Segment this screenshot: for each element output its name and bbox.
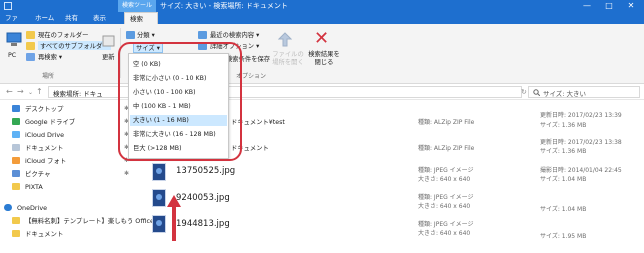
chevron-down-icon[interactable]: ⌄ <box>28 89 33 96</box>
ribbon: PC 現在のフォルダー すべてのサブフォルダー 再検索 ▾ 場所 更新 分類 ▾… <box>0 24 644 84</box>
refresh-icon[interactable]: ↻ <box>521 88 527 96</box>
minimize-icon[interactable]: — <box>576 0 598 12</box>
folder-icon <box>12 230 20 237</box>
onedrive-icon <box>4 204 12 211</box>
nav-item-google-drive[interactable]: Google ドライブ <box>12 117 75 127</box>
close-search-button[interactable]: 検索結果を閉じる <box>307 51 341 67</box>
file-size: サイズ: 1.04 MB <box>540 176 587 183</box>
nav-label: ドキュメント <box>25 230 64 238</box>
nav-label: ドキュメント <box>25 144 64 152</box>
file-name[interactable]: 13750525.jpg <box>176 166 235 176</box>
file-type: 種類: ALZip ZIP File <box>418 145 475 152</box>
nav-label: iCloud フォト <box>25 157 67 165</box>
image-thumbnail[interactable] <box>152 189 166 207</box>
search-query: サイズ: 大きい <box>543 90 587 98</box>
pc-icon[interactable] <box>6 32 22 48</box>
tab-file[interactable]: ファイル <box>0 12 26 34</box>
file-type: 種類: ALZip ZIP File <box>418 119 475 126</box>
ribbon-tabs: ファイル ホーム 共有 表示 検索 <box>0 12 644 34</box>
photos-icon <box>12 157 20 164</box>
search-icon <box>533 89 540 96</box>
annotation-arrow-icon <box>167 195 181 241</box>
tab-view[interactable]: 表示 <box>88 12 111 24</box>
subfolders-icon <box>26 42 35 50</box>
open-location-icon[interactable] <box>278 32 292 48</box>
current-folder-button[interactable]: 現在のフォルダー <box>38 30 88 39</box>
nav-item-icloud-drive[interactable]: iCloud Drive <box>12 130 64 140</box>
pictures-icon <box>12 170 20 177</box>
file-name[interactable]: 1944813.jpg <box>176 219 230 229</box>
up-icon[interactable]: ↑ <box>36 87 43 96</box>
folder-icon <box>12 217 20 224</box>
address-path: 検索場所: ドキュ <box>53 90 103 98</box>
recent-search-dropdown[interactable]: 最近の検索内容 ▾ <box>210 30 259 39</box>
file-date: 更新日時: 2017/02/23 13:38 <box>540 139 622 146</box>
search-input[interactable]: サイズ: 大きい <box>528 86 640 98</box>
close-icon[interactable]: ✕ <box>620 0 642 12</box>
kind-dropdown[interactable]: 分類 ▾ <box>137 30 155 39</box>
tab-home[interactable]: ホーム <box>30 12 59 24</box>
file-type: 種類: JPEG イメージ <box>418 194 474 201</box>
folder-icon <box>26 31 35 39</box>
nav-item-pictures[interactable]: ピクチャ <box>12 169 51 179</box>
nav-item-template-folder[interactable]: 【無料名刺】テンプレート】楽しもう Office <box>12 216 154 226</box>
image-thumbnail[interactable] <box>152 215 166 233</box>
forward-icon[interactable]: → <box>17 87 24 96</box>
nav-item-desktop[interactable]: デスクトップ <box>12 104 63 114</box>
file-date: 更新日時: 2017/02/23 13:39 <box>540 112 622 119</box>
nav-item-pixta[interactable]: PIXTA <box>12 182 43 192</box>
window-title: サイズ: 大きい - 検索場所: ドキュメント <box>160 2 288 10</box>
context-tab-label: 検索ツール <box>118 0 156 12</box>
file-size: サイズ: 1.36 MB <box>540 148 587 155</box>
all-subfolders-button[interactable]: すべてのサブフォルダー <box>38 41 111 50</box>
location-group-label: 場所 <box>42 73 55 80</box>
file-size: サイズ: 1.36 MB <box>540 122 587 129</box>
tab-search[interactable]: 検索 <box>124 12 158 24</box>
nav-label: デスクトップ <box>25 105 64 113</box>
quick-access-icon[interactable] <box>4 2 12 10</box>
nav-item-documents[interactable]: ドキュメント <box>12 143 63 153</box>
image-thumbnail[interactable] <box>152 163 166 181</box>
search-again-button[interactable]: 再検索 ▾ <box>38 52 62 61</box>
google-drive-icon <box>12 118 20 125</box>
file-dimensions: 大きさ: 640 x 640 <box>418 176 471 183</box>
nav-item-onedrive-documents[interactable]: ドキュメント <box>12 229 63 239</box>
file-dimensions: 大きさ: 640 x 640 <box>418 203 471 210</box>
file-size: サイズ: 1.04 MB <box>540 206 587 213</box>
open-location-button[interactable]: ファイルの場所を開く <box>271 51 305 67</box>
recent-search-icon <box>198 31 207 39</box>
file-type: 種類: JPEG イメージ <box>418 167 474 174</box>
address-bar-row: ← → ⌄ ↑ 検索場所: ドキュ ↻ サイズ: 大きい <box>0 84 644 100</box>
desktop-icon <box>12 105 20 112</box>
refresh-icon[interactable] <box>102 34 116 48</box>
nav-label: OneDrive <box>17 204 48 212</box>
documents-icon <box>12 144 20 151</box>
maximize-icon[interactable]: □ <box>598 0 620 12</box>
nav-label: iCloud Drive <box>25 131 65 139</box>
file-type: 種類: JPEG イメージ <box>418 221 474 228</box>
file-size: サイズ: 1.95 MB <box>540 233 587 240</box>
file-date: 撮影日時: 2014/01/04 22:45 <box>540 167 622 174</box>
nav-label: ピクチャ <box>25 170 51 178</box>
pc-label: PC <box>8 52 17 59</box>
title-bar: 検索ツール サイズ: 大きい - 検索場所: ドキュメント — □ ✕ <box>0 0 644 12</box>
close-search-icon[interactable]: ✕ <box>314 28 329 49</box>
file-dimensions: 大きさ: 640 x 640 <box>418 230 471 237</box>
search-again-icon <box>26 53 35 61</box>
icloud-icon <box>12 131 20 138</box>
kind-icon <box>126 31 135 39</box>
nav-label: 【無料名刺】テンプレート】楽しもう Office <box>25 217 154 225</box>
nav-label: Google ドライブ <box>25 118 76 126</box>
back-icon[interactable]: ← <box>6 87 13 96</box>
annotation-highlight-box <box>118 42 242 161</box>
pin-icon[interactable]: ✱ <box>124 170 129 177</box>
file-name[interactable]: 9240053.jpg <box>176 193 230 203</box>
nav-item-onedrive[interactable]: OneDrive <box>4 203 47 213</box>
nav-item-icloud-photos[interactable]: iCloud フォト <box>12 156 66 166</box>
update-button[interactable]: 更新 <box>102 52 115 61</box>
nav-label: PIXTA <box>25 183 43 191</box>
tab-share[interactable]: 共有 <box>60 12 83 24</box>
folder-icon <box>12 183 20 190</box>
